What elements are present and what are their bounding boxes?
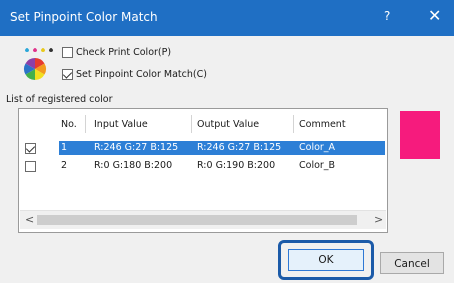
cancel-button[interactable]: Cancel: [380, 252, 444, 274]
column-header-comment[interactable]: Comment: [299, 119, 346, 130]
color-swatch: [400, 111, 440, 159]
check-print-color-label: Check Print Color(P): [76, 47, 172, 58]
row-checkbox[interactable]: [25, 161, 36, 172]
row-input-value: R:0 G:180 B:200: [94, 160, 173, 171]
column-header-output[interactable]: Output Value: [197, 119, 259, 130]
row-output-value: R:0 G:190 B:200: [197, 160, 276, 171]
scroll-thumb[interactable]: [37, 215, 357, 225]
row-input-value: R:246 G:27 B:125: [94, 142, 179, 153]
dialog-window: Set Pinpoint Color Match ? ✕ Check Print…: [0, 0, 454, 283]
window-title: Set Pinpoint Color Match: [10, 10, 158, 24]
row-comment: Color_B: [299, 160, 336, 171]
horizontal-scrollbar[interactable]: < >: [20, 210, 386, 229]
column-separator: [191, 115, 192, 133]
row-checkbox[interactable]: [25, 143, 36, 154]
scroll-right-icon[interactable]: >: [374, 213, 383, 226]
set-pinpoint-label: Set Pinpoint Color Match(C): [76, 69, 207, 80]
row-comment: Color_A: [299, 142, 336, 153]
scroll-left-icon[interactable]: <: [25, 213, 34, 226]
title-bar: Set Pinpoint Color Match ? ✕: [0, 0, 454, 36]
help-button[interactable]: ?: [384, 9, 390, 23]
ok-button-highlight: OK: [278, 240, 374, 280]
color-wheel-icon: [24, 48, 53, 80]
column-separator: [85, 115, 86, 133]
close-button[interactable]: ✕: [428, 6, 441, 25]
column-separator: [293, 115, 294, 133]
row-output-value: R:246 G:27 B:125: [197, 142, 282, 153]
column-header-no[interactable]: No.: [61, 119, 77, 130]
registered-color-list[interactable]: No. Input Value Output Value Comment 1 R…: [18, 108, 388, 233]
row-no: 2: [61, 160, 68, 171]
set-pinpoint-checkbox[interactable]: [62, 69, 73, 80]
ok-button[interactable]: OK: [288, 249, 364, 271]
row-no: 1: [61, 142, 68, 153]
list-title: List of registered color: [6, 94, 113, 105]
column-header-input[interactable]: Input Value: [94, 119, 148, 130]
check-print-color-checkbox[interactable]: [62, 47, 73, 58]
